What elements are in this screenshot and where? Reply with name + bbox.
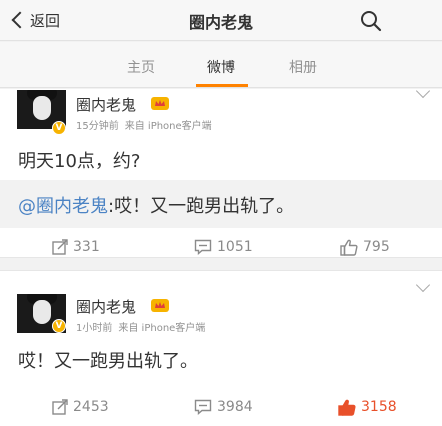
post-card[interactable]: V 圈内老鬼 1小时前 来自 iPhone客户端 哎！又一跑男出轨了。 2453 … bbox=[0, 270, 442, 426]
like-count: 3158 bbox=[361, 399, 397, 415]
tab-weibo[interactable]: 微博 bbox=[207, 57, 235, 77]
comment-count: 1051 bbox=[217, 239, 253, 255]
comment-button[interactable]: 3984 bbox=[194, 387, 253, 426]
mention-link[interactable]: @圈内老鬼 bbox=[18, 196, 108, 217]
chevron-down-icon[interactable] bbox=[415, 277, 431, 293]
repost-button[interactable]: 2453 bbox=[52, 387, 109, 426]
repost-icon bbox=[52, 399, 68, 415]
post-meta: 15分钟前 来自 iPhone客户端 bbox=[76, 117, 212, 132]
post-time: 15分钟前 bbox=[76, 121, 119, 132]
like-button[interactable]: 3158 bbox=[338, 387, 397, 426]
action-bar: 331 1051 795 bbox=[0, 227, 442, 267]
thumbs-up-icon bbox=[340, 239, 358, 256]
thumbs-up-icon bbox=[338, 399, 356, 416]
comment-count: 3984 bbox=[217, 399, 253, 415]
tab-home[interactable]: 主页 bbox=[127, 57, 155, 77]
repost-text: @圈内老鬼:哎！又一跑男出轨了。 bbox=[18, 192, 294, 218]
like-count: 795 bbox=[363, 239, 390, 255]
post-card[interactable]: V 圈内老鬼 15分钟前 来自 iPhone客户端 明天10点，约? @圈内老鬼:… bbox=[0, 83, 442, 258]
repost-box[interactable]: @圈内老鬼:哎！又一跑男出轨了。 bbox=[0, 180, 442, 228]
post-source: 来自 iPhone客户端 bbox=[124, 121, 212, 132]
repost-count: 2453 bbox=[73, 399, 109, 415]
navigation-bar: 返回 圈内老鬼 bbox=[0, 0, 442, 41]
post-username[interactable]: 圈内老鬼 bbox=[76, 94, 136, 115]
active-tab-indicator bbox=[196, 84, 248, 87]
verified-v-icon: V bbox=[52, 121, 66, 135]
repost-content: :哎！又一跑男出轨了。 bbox=[108, 196, 295, 217]
post-meta: 1小时前 来自 iPhone客户端 bbox=[76, 319, 205, 334]
repost-icon bbox=[52, 239, 68, 255]
post-text: 明天10点，约? bbox=[18, 151, 141, 172]
like-button[interactable]: 795 bbox=[340, 227, 390, 267]
comment-icon bbox=[194, 239, 212, 255]
post-username[interactable]: 圈内老鬼 bbox=[76, 296, 136, 317]
post-time: 1小时前 bbox=[76, 323, 113, 334]
member-crown-icon bbox=[151, 97, 169, 110]
search-icon bbox=[361, 11, 382, 32]
repost-count: 331 bbox=[73, 239, 100, 255]
comment-button[interactable]: 1051 bbox=[194, 227, 253, 267]
post-text: 哎！又一跑男出轨了。 bbox=[18, 351, 198, 372]
post-source: 来自 iPhone客户端 bbox=[118, 323, 206, 334]
verified-v-icon: V bbox=[52, 319, 66, 333]
repost-button[interactable]: 331 bbox=[52, 227, 100, 267]
member-crown-icon bbox=[151, 299, 169, 312]
profile-tabs: 主页 微博 相册 bbox=[0, 42, 442, 88]
search-button[interactable] bbox=[360, 10, 382, 32]
comment-icon bbox=[194, 399, 212, 415]
action-bar: 2453 3984 3158 bbox=[0, 387, 442, 426]
tab-album[interactable]: 相册 bbox=[289, 57, 317, 77]
